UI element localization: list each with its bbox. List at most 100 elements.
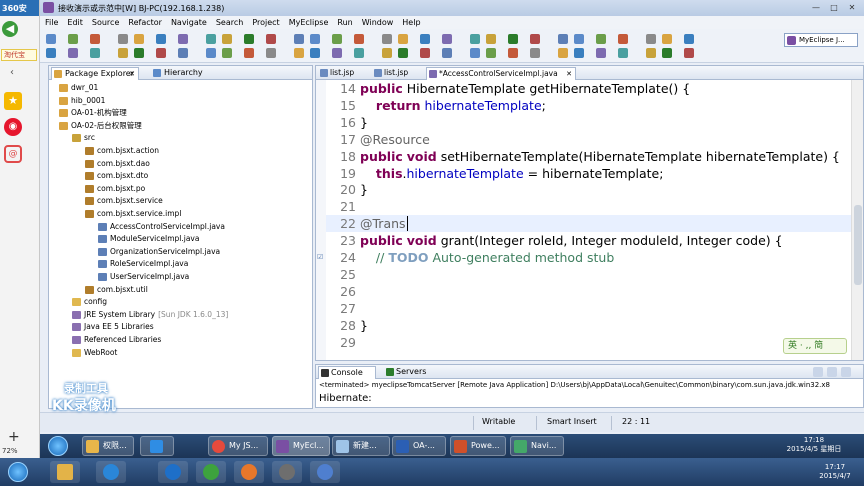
taskbar-button-powerpoint[interactable]: Powe... (450, 436, 506, 456)
zoom-level[interactable]: 72% (2, 447, 18, 455)
toolbar-button-icon[interactable] (134, 34, 144, 44)
toolbar-button-icon[interactable] (684, 34, 694, 44)
tab-list-jsp-1[interactable]: list.jsp (318, 67, 370, 80)
toolbar-button-icon[interactable] (46, 34, 56, 44)
ime-status-bar[interactable]: 英 · ,, 简 (783, 338, 847, 354)
code-line[interactable]: 21 (326, 198, 856, 215)
tab-access-control-service-impl[interactable]: *AccessControlServiceImpl.java ✕ (426, 67, 576, 80)
code-line[interactable]: 22 @Trans (326, 215, 856, 233)
toolbar-button-icon[interactable] (398, 48, 408, 58)
menu-item-navigate[interactable]: Navigate (171, 16, 207, 29)
tree-item[interactable]: ModuleServiceImpl.java (98, 233, 199, 245)
toolbar-button-icon[interactable] (68, 34, 78, 44)
menu-item-file[interactable]: File (45, 16, 58, 29)
toolbar-button-icon[interactable] (294, 34, 304, 44)
vm-clock[interactable]: 17:18 2015/4/5 星期日 (784, 436, 844, 454)
code-line[interactable]: 16} (326, 114, 856, 131)
tree-item[interactable]: hib_0001 (59, 95, 105, 107)
toolbar-button-icon[interactable] (90, 48, 100, 58)
taskbar-button-ie[interactable] (96, 461, 126, 483)
code-line[interactable]: 26 (326, 283, 856, 300)
toolbar-button-icon[interactable] (486, 34, 496, 44)
tab-hierarchy[interactable]: Hierarchy (151, 67, 221, 80)
toolbar-button-icon[interactable] (574, 34, 584, 44)
tree-item[interactable]: Java EE 5 Libraries (72, 321, 154, 333)
toolbar-button-icon[interactable] (244, 34, 254, 44)
tree-item[interactable]: RoleServiceImpl.java (98, 258, 188, 270)
toolbar-button-icon[interactable] (574, 48, 584, 58)
tree-item[interactable]: AccessControlServiceImpl.java (98, 221, 225, 233)
code-line[interactable]: 23 public void grant(Integer roleId, Inte… (326, 232, 856, 249)
menu-item-refactor[interactable]: Refactor (128, 16, 162, 29)
toolbar-button-icon[interactable] (244, 48, 254, 58)
toolbar-button-icon[interactable] (486, 48, 496, 58)
toolbar-button-icon[interactable] (382, 48, 392, 58)
mall-button[interactable]: 淘代宝 (1, 49, 37, 61)
weibo-icon[interactable]: ◉ (4, 118, 22, 136)
menu-item-help[interactable]: Help (402, 16, 420, 29)
taskbar-button-360[interactable] (196, 461, 226, 483)
tree-item[interactable]: JRE System Library [Sun JDK 1.6.0_13] (72, 309, 228, 321)
console-action-icon[interactable] (827, 367, 837, 377)
toolbar-button-icon[interactable] (332, 34, 342, 44)
code-line[interactable]: 25 (326, 266, 856, 283)
add-icon[interactable]: + (8, 429, 20, 445)
toolbar-button-icon[interactable] (508, 34, 518, 44)
toolbar-button-icon[interactable] (68, 48, 78, 58)
toolbar-button-icon[interactable] (178, 48, 188, 58)
code-line[interactable]: 27 (326, 300, 856, 317)
tree-item[interactable]: OrganizationServiceImpl.java (98, 246, 220, 258)
start-orb-icon[interactable] (8, 462, 28, 482)
toolbar-button-icon[interactable] (558, 48, 568, 58)
host-clock[interactable]: 17:17 2015/4/7 (808, 463, 862, 481)
close-tab-icon[interactable]: ✕ (566, 68, 572, 80)
toolbar-button-icon[interactable] (684, 48, 694, 58)
menu-item-edit[interactable]: Edit (67, 16, 83, 29)
maximize-icon[interactable]: □ (826, 2, 842, 14)
code-line[interactable]: 20} (326, 181, 856, 198)
toolbar-button-icon[interactable] (178, 34, 188, 44)
menu-item-myeclipse[interactable]: MyEclipse (289, 16, 329, 29)
toolbar-button-icon[interactable] (530, 34, 540, 44)
toolbar-button-icon[interactable] (156, 34, 166, 44)
tree-item[interactable]: OA-02-后台权限管理 (59, 120, 142, 132)
close-icon[interactable]: ✕ (844, 2, 860, 14)
tree-item[interactable]: dwr_01 (59, 82, 98, 94)
menu-item-run[interactable]: Run (337, 16, 352, 29)
toolbar-button-icon[interactable] (420, 48, 430, 58)
toolbar-button-icon[interactable] (310, 48, 320, 58)
toolbar-button-icon[interactable] (558, 34, 568, 44)
taskbar-button-player[interactable] (158, 461, 188, 483)
code-line[interactable]: 19 this.hibernateTemplate = hibernateTem… (326, 165, 856, 182)
toolbar-button-icon[interactable] (470, 34, 480, 44)
tree-item[interactable]: src (72, 132, 95, 144)
toolbar-button-icon[interactable] (206, 34, 216, 44)
tab-console[interactable]: Console (318, 366, 376, 379)
menu-item-project[interactable]: Project (252, 16, 279, 29)
code-line[interactable]: 24 // TODO Auto-generated method stub (326, 249, 856, 266)
console-action-icon[interactable] (813, 367, 823, 377)
scrollbar-thumb[interactable] (854, 205, 862, 285)
taskbar-button-explorer[interactable] (50, 461, 80, 483)
back-icon[interactable]: ◀ (2, 21, 18, 37)
taskbar-button-app[interactable] (140, 436, 174, 456)
toolbar-button-icon[interactable] (266, 48, 276, 58)
taskbar-button-chrome[interactable]: My JS... (208, 436, 268, 456)
toolbar-button-icon[interactable] (46, 48, 56, 58)
tree-item[interactable]: UserServiceImpl.java (98, 271, 189, 283)
toolbar-button-icon[interactable] (508, 48, 518, 58)
tab-list-jsp-2[interactable]: list.jsp (372, 67, 424, 80)
toolbar-button-icon[interactable] (596, 48, 606, 58)
toolbar-button-icon[interactable] (646, 34, 656, 44)
perspective-switcher[interactable]: MyEclipse J... (784, 33, 858, 47)
toolbar-button-icon[interactable] (266, 34, 276, 44)
tree-item[interactable]: OA-01-机构管理 (59, 107, 127, 119)
tab-package-explorer[interactable]: Package Explorer ✕ (51, 67, 139, 80)
chevron-left-icon[interactable]: ‹ (10, 67, 14, 78)
toolbar-button-icon[interactable] (206, 48, 216, 58)
tree-item[interactable]: com.bjsxt.dao (85, 158, 150, 170)
code-line[interactable]: 17 @Resource (326, 131, 856, 148)
toolbar-button-icon[interactable] (90, 34, 100, 44)
toolbar-button-icon[interactable] (662, 48, 672, 58)
toolbar-button-icon[interactable] (398, 34, 408, 44)
